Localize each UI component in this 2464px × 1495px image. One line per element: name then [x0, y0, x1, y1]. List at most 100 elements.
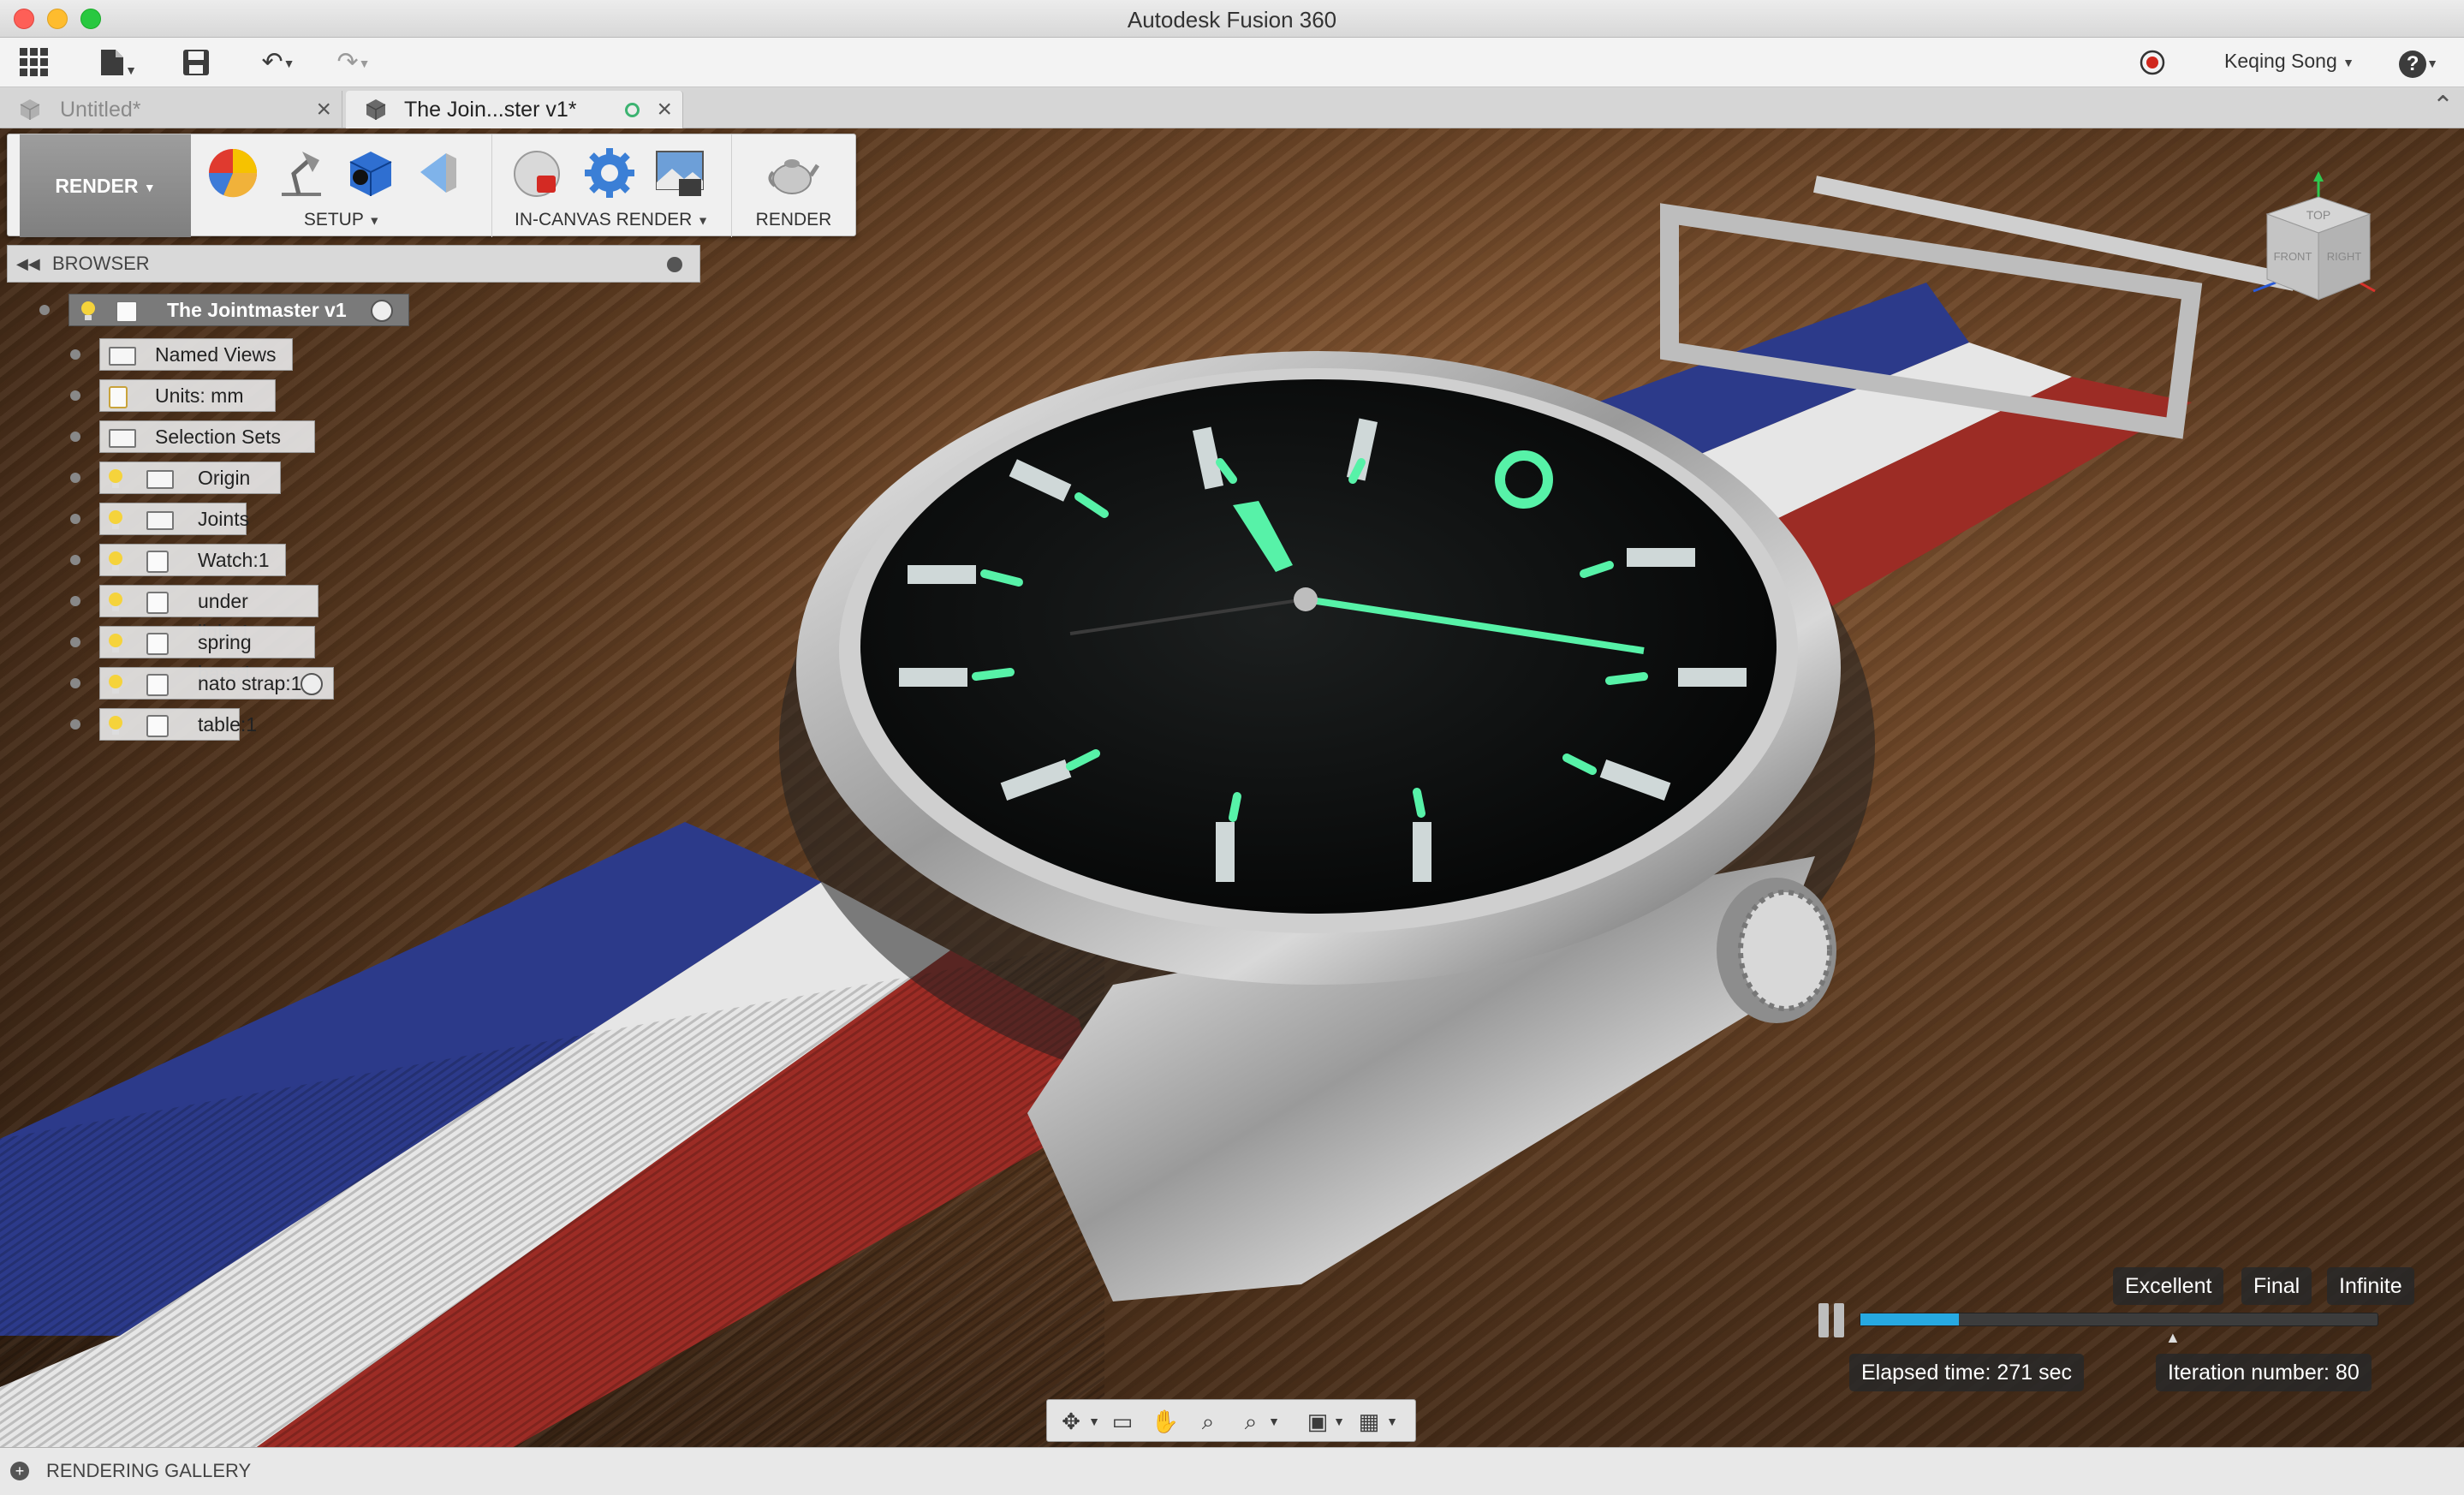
chevron-down-icon[interactable]: ▼	[1330, 1405, 1348, 1438]
save-button[interactable]	[178, 46, 214, 79]
browser-node[interactable]: table:1	[99, 708, 257, 741]
look-at-button[interactable]: ▭	[1105, 1405, 1140, 1438]
folder-icon	[146, 470, 174, 489]
view-cube-icon: TOP FRONT RIGHT	[2253, 171, 2376, 301]
expand-triangle-icon[interactable]	[70, 514, 80, 524]
pan-button[interactable]: ✋	[1148, 1405, 1182, 1438]
expand-triangle-icon[interactable]	[70, 349, 80, 360]
expand-triangle-icon[interactable]	[70, 678, 80, 688]
cube-top-label[interactable]: TOP	[2306, 208, 2331, 222]
quality-infinite-button[interactable]: Infinite	[2327, 1267, 2414, 1305]
browser-node[interactable]: nato strap:1	[99, 667, 334, 700]
lightbulb-icon[interactable]	[105, 632, 126, 654]
pause-render-button[interactable]	[1815, 1301, 1849, 1339]
teapot-icon	[768, 159, 820, 194]
cube-right-label[interactable]: RIGHT	[2327, 250, 2362, 263]
expand-triangle-icon[interactable]	[70, 390, 80, 401]
activate-radio[interactable]	[301, 673, 323, 695]
undo-button[interactable]: ↶▼	[248, 46, 308, 79]
browser-node[interactable]: Watch:1	[99, 544, 286, 576]
rendering-gallery-bar[interactable]: + RENDERING GALLERY	[0, 1447, 2464, 1495]
grid-settings-button[interactable]: ▦	[1352, 1405, 1386, 1438]
look-at-icon: ▭	[1111, 1409, 1134, 1434]
scene-settings-button[interactable]	[275, 146, 328, 200]
appearance-button[interactable]	[206, 146, 259, 200]
render-button[interactable]	[766, 146, 820, 200]
lightbulb-icon[interactable]	[105, 591, 126, 613]
zoom-button[interactable]: ⌕	[1191, 1405, 1225, 1438]
in-canvas-render-settings-button[interactable]	[583, 146, 636, 200]
collapse-browser-icon[interactable]: ◀◀	[16, 246, 40, 282]
sync-status-icon	[625, 103, 640, 117]
view-cube[interactable]: TOP FRONT RIGHT	[2250, 171, 2378, 308]
chevron-down-icon[interactable]: ▼	[1265, 1405, 1283, 1438]
body-icon	[146, 674, 169, 696]
browser-node[interactable]: Named Views	[99, 338, 293, 371]
quality-final-button[interactable]: Final	[2241, 1267, 2312, 1305]
browser-node[interactable]: Selection Sets	[99, 420, 315, 453]
chevron-down-icon[interactable]: ▼	[1085, 1405, 1104, 1438]
save-icon	[183, 50, 209, 75]
file-menu-button[interactable]: ▼	[91, 46, 146, 79]
expand-triangle-icon[interactable]	[70, 555, 80, 565]
chevron-down-icon: ▼	[283, 57, 295, 71]
component-icon	[146, 633, 169, 655]
browser-node[interactable]: Origin	[99, 462, 281, 494]
expand-triangle-icon[interactable]	[70, 473, 80, 483]
folder-icon	[109, 347, 136, 366]
redo-button[interactable]: ↷▼	[324, 46, 384, 79]
chevron-down-icon[interactable]: ▼	[1383, 1405, 1402, 1438]
browser-node[interactable]: under light:1	[99, 585, 318, 643]
cube-front-label[interactable]: FRONT	[2274, 250, 2312, 263]
tab-untitled[interactable]: Untitled* ×	[0, 91, 342, 128]
browser-node[interactable]: Units: mm	[99, 379, 276, 412]
workspace-switcher[interactable]: RENDER ▼	[20, 134, 191, 237]
user-account-menu[interactable]: Keqing Song ▼	[2224, 50, 2354, 73]
setup-group-label[interactable]: SETUP ▼	[193, 210, 491, 230]
render-viewport[interactable]	[0, 128, 2464, 1447]
gear-icon	[585, 148, 634, 198]
expand-icon[interactable]: +	[10, 1462, 29, 1480]
quality-marker-icon[interactable]: ▲	[2165, 1329, 2181, 1347]
lightbulb-icon[interactable]	[105, 714, 126, 736]
in-canvas-render-button[interactable]	[511, 146, 564, 200]
tab-jointmaster[interactable]: The Join...ster v1* ×	[346, 91, 683, 128]
browser-node[interactable]: Joints	[99, 503, 249, 535]
texture-map-button[interactable]	[343, 146, 396, 200]
window-title: Autodesk Fusion 360	[1127, 7, 1337, 33]
sphere-render-icon	[514, 151, 560, 197]
activate-radio[interactable]	[371, 300, 393, 322]
expand-triangle-icon[interactable]	[70, 596, 80, 606]
expand-triangle-icon[interactable]	[70, 432, 80, 442]
lightbulb-icon[interactable]	[105, 509, 126, 531]
lightbulb-icon[interactable]	[78, 300, 98, 322]
lightbulb-icon[interactable]	[105, 468, 126, 490]
quality-excellent-button[interactable]: Excellent	[2113, 1267, 2224, 1305]
folder-icon	[109, 429, 136, 448]
lightbulb-icon[interactable]	[105, 673, 126, 695]
lightbulb-icon[interactable]	[105, 550, 126, 572]
pin-icon[interactable]	[667, 257, 682, 272]
capture-image-button[interactable]	[653, 146, 706, 200]
decal-button[interactable]	[412, 146, 465, 200]
close-icon[interactable]: ×	[657, 91, 672, 128]
record-button[interactable]	[2135, 46, 2169, 79]
browser-title: BROWSER	[52, 253, 150, 274]
expand-triangle-icon[interactable]	[70, 719, 80, 730]
close-icon[interactable]: ×	[316, 91, 331, 128]
browser-node[interactable]: spring bars:1	[99, 626, 315, 684]
fit-button[interactable]: ⌕	[1234, 1405, 1268, 1438]
browser-root-node[interactable]: The Jointmaster v1	[68, 294, 409, 326]
data-panel-button[interactable]	[15, 46, 53, 79]
help-menu-button[interactable]: ? ▼	[2389, 46, 2449, 79]
iteration-number: Iteration number: 80	[2156, 1354, 2372, 1391]
design-doc-icon	[20, 99, 40, 120]
expand-triangle-icon[interactable]	[70, 637, 80, 647]
in-canvas-render-group-label[interactable]: IN-CANVAS RENDER ▼	[492, 210, 731, 230]
browser-header[interactable]: ◀◀ BROWSER	[7, 245, 700, 283]
undo-icon: ↶	[261, 48, 283, 76]
render-group-label[interactable]: RENDER	[732, 210, 855, 230]
orbit-button[interactable]: ✥	[1054, 1405, 1088, 1438]
chevron-up-icon[interactable]: ⌃	[2432, 91, 2454, 121]
collapse-triangle-icon[interactable]	[39, 305, 50, 315]
